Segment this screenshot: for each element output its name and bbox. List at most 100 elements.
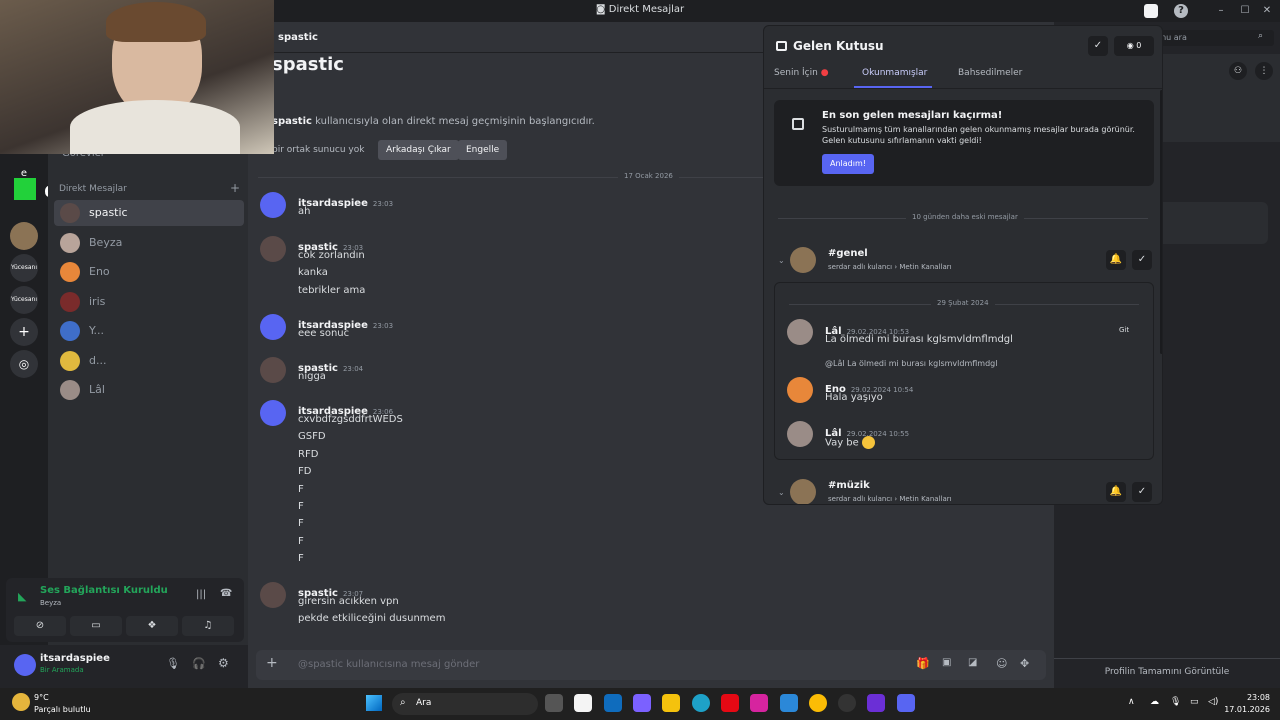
webcam-overlay (0, 0, 274, 154)
notepad-icon[interactable] (574, 694, 592, 712)
dm-name: Eno (89, 265, 110, 278)
mark-read-icon-2[interactable]: ✓ (1132, 482, 1152, 502)
more-icon[interactable]: ⋮ (1255, 62, 1273, 80)
dm-item-4[interactable]: Y... (54, 318, 244, 344)
inbox-message-avatar[interactable] (787, 319, 813, 345)
mic-icon[interactable]: 🎙 (166, 657, 180, 670)
start-icon[interactable] (366, 695, 382, 711)
gift-icon[interactable]: 🎁 (916, 657, 930, 670)
channel-name[interactable]: #genel (828, 248, 868, 259)
clock-time[interactable]: 23:08 (1230, 693, 1270, 702)
channel-name-2[interactable]: #müzik (828, 480, 870, 491)
outlook-icon[interactable] (604, 694, 622, 712)
help-icon[interactable]: ? (1174, 4, 1188, 18)
volume-icon[interactable]: ◁) (1208, 697, 1218, 707)
taskbar-search[interactable]: ⌕ Ara (392, 693, 538, 715)
message-text: F (298, 535, 304, 547)
discord-taskbar-icon[interactable] (897, 694, 915, 712)
dm-item-3[interactable]: iris (54, 289, 244, 315)
bell-icon[interactable]: 🔔 (1106, 250, 1126, 270)
server-cat[interactable] (10, 222, 38, 250)
onedrive-icon[interactable]: ☁ (1150, 697, 1159, 707)
dm-item-2[interactable]: Eno (54, 259, 244, 285)
server-2[interactable]: Yücesanı (10, 286, 38, 314)
dm-item-1[interactable]: Beyza (54, 230, 244, 256)
screen-share-button[interactable]: ▭ (70, 616, 122, 636)
soundboard-button[interactable]: ♫ (182, 616, 234, 636)
add-server-icon[interactable]: + (10, 318, 38, 346)
discover-icon[interactable]: ◎ (10, 350, 38, 378)
dm-item-6[interactable]: Lâl (54, 377, 244, 403)
user-name[interactable]: itsardaspiee (40, 653, 110, 664)
inbox-message-avatar[interactable] (787, 377, 813, 403)
network-icon[interactable]: ▭ (1190, 697, 1199, 707)
server-1[interactable]: Yücesanı (10, 254, 38, 282)
message-input[interactable]: @spastic kullanıcısına mesaj gönder (298, 659, 479, 670)
bell-icon-2[interactable]: 🔔 (1106, 482, 1126, 502)
dm-item-5[interactable]: d... (54, 348, 244, 374)
user-avatar[interactable] (14, 654, 36, 676)
steam-icon[interactable] (838, 694, 856, 712)
teams-icon[interactable] (633, 694, 651, 712)
close-button[interactable]: ✕ (1258, 2, 1276, 20)
dm-name: Lâl (89, 383, 105, 396)
tray-overflow-icon[interactable]: ∧ (1128, 697, 1135, 707)
search-icon[interactable]: ⌕ (1258, 31, 1263, 41)
edge-icon[interactable] (692, 694, 710, 712)
tab-mentions[interactable]: Bahsedilmeler (958, 68, 1022, 78)
inbox-count-badge[interactable]: ◉ 0 (1114, 36, 1154, 56)
chat-title: spastic (272, 54, 344, 75)
message-avatar[interactable] (260, 314, 286, 340)
clock-date[interactable]: 17.01.2026 (1220, 705, 1270, 714)
instagram-icon[interactable] (750, 694, 768, 712)
camera-off-button[interactable]: ⊘ (14, 616, 66, 636)
jump-button[interactable]: Git (1119, 326, 1129, 334)
inbox-icon[interactable] (1144, 4, 1158, 18)
tab-for-you[interactable]: Senin İçin ● (774, 68, 829, 78)
block-button[interactable]: Engelle (458, 140, 508, 160)
disconnect-icon[interactable]: ☎ (220, 588, 232, 599)
vpn-icon[interactable] (867, 694, 885, 712)
message-avatar[interactable] (260, 400, 286, 426)
activities-button[interactable]: ❖ (126, 616, 178, 636)
tray-mic-icon[interactable]: 🎙 (1170, 697, 1181, 707)
minimize-button[interactable]: – (1212, 2, 1230, 20)
voice-status[interactable]: Ses Bağlantısı Kuruldu (40, 585, 168, 596)
collapse-icon[interactable]: ⌄ (778, 256, 785, 265)
store-icon[interactable] (780, 694, 798, 712)
emoji-icon[interactable]: ☺ (996, 657, 1007, 670)
chrome-icon[interactable] (809, 694, 827, 712)
message-avatar[interactable] (260, 357, 286, 383)
full-profile-link[interactable]: Profilin Tamamını Görüntüle (1054, 667, 1280, 677)
netflix-icon[interactable] (721, 694, 739, 712)
mark-read-icon[interactable]: ✓ (1132, 250, 1152, 270)
maximize-button[interactable]: ☐ (1236, 2, 1254, 20)
inbox-message-avatar[interactable] (787, 421, 813, 447)
mark-all-read-icon[interactable]: ✓ (1088, 36, 1108, 56)
server-logo-green[interactable] (14, 178, 36, 200)
add-friend-icon[interactable]: ⚇ (1229, 62, 1247, 80)
message-avatar[interactable] (260, 192, 286, 218)
new-dm-icon[interactable]: + (230, 181, 240, 195)
settings-icon[interactable]: ⚙ (218, 656, 229, 670)
remove-friend-button[interactable]: Arkadaşı Çıkar (378, 140, 459, 160)
file-explorer-icon[interactable] (662, 694, 680, 712)
noise-icon[interactable]: ||| (196, 589, 206, 600)
inbox-reply-preview[interactable]: @Lâl La ölmedi mi burası kglsmvldmflmdgl (825, 359, 997, 368)
notice-ok-button[interactable]: Anladım! (822, 154, 874, 174)
message-header: itsardaspiee 23:03 (298, 191, 393, 210)
collapse-icon-2[interactable]: ⌄ (778, 488, 785, 497)
message-input-box[interactable]: + @spastic kullanıcısına mesaj gönder 🎁 … (256, 650, 1046, 680)
dm-item-0[interactable]: spastic (54, 200, 244, 226)
message-avatar[interactable] (260, 236, 286, 262)
attach-icon[interactable]: + (266, 655, 278, 671)
weather-icon[interactable] (12, 693, 30, 711)
headset-icon[interactable]: 🎧 (192, 657, 206, 670)
inbox-scrollbar[interactable] (1160, 90, 1162, 354)
apps-icon[interactable]: ✥ (1020, 657, 1029, 670)
gif-icon[interactable]: ▣ (942, 657, 951, 668)
tab-unreads[interactable]: Okunmamışlar (862, 68, 927, 78)
sticker-icon[interactable]: ◪ (968, 657, 977, 668)
message-avatar[interactable] (260, 582, 286, 608)
task-view-icon[interactable] (545, 694, 563, 712)
